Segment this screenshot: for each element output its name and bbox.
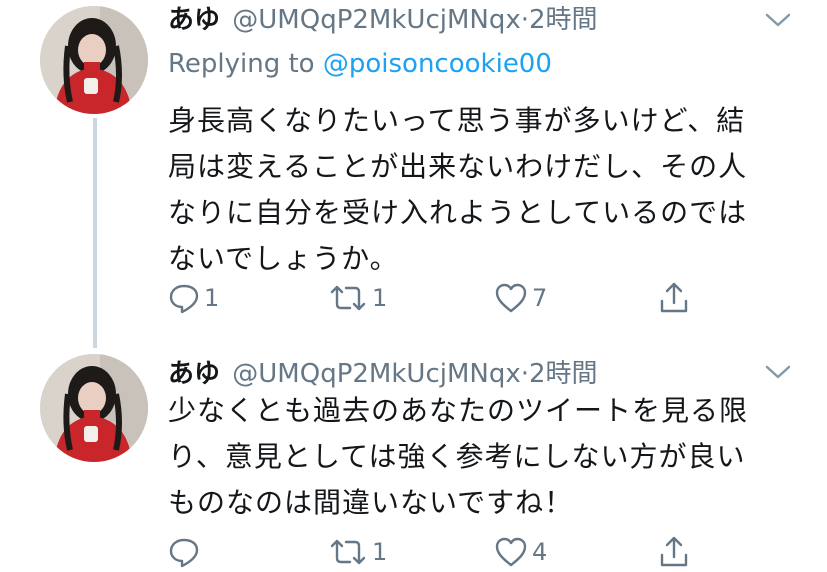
- tweet-header: あゆ @UMQqP2MkUcjMNqx·2時間: [168, 2, 598, 38]
- reply-icon: [169, 284, 199, 314]
- tweet-text: 身長高くなりたいって思う事が多いけど、結 局は変えることが出来ないわけだし、その…: [168, 98, 778, 282]
- reply-button[interactable]: [168, 532, 204, 572]
- tweet-text-line: なりに自分を受け入れようとしているのでは: [168, 196, 748, 229]
- timestamp[interactable]: 2時間: [529, 359, 598, 389]
- tweet-text-line: 身長高くなりたいって思う事が多いけど、結: [168, 104, 746, 137]
- like-count: 7: [532, 284, 548, 312]
- thread-line: [93, 118, 97, 348]
- timestamp[interactable]: 2時間: [529, 5, 598, 35]
- action-bar: 1 1 7: [168, 278, 708, 318]
- retweet-icon: [330, 285, 366, 311]
- like-button[interactable]: 4: [494, 532, 547, 572]
- reply-button[interactable]: 1: [168, 278, 219, 318]
- action-bar: 1 4: [168, 532, 708, 572]
- tweet-2[interactable]: あゆ @UMQqP2MkUcjMNqx·2時間 少なくとも過去のあなたのツイート…: [0, 340, 827, 568]
- avatar[interactable]: [40, 6, 148, 114]
- share-button[interactable]: [658, 278, 690, 318]
- reply-icon: [169, 538, 199, 568]
- separator: ·: [520, 5, 530, 35]
- heart-icon: [495, 283, 527, 313]
- like-button[interactable]: 7: [494, 278, 547, 318]
- share-button[interactable]: [658, 532, 690, 572]
- tweet-text-line: ものなのは間違いないですね！: [168, 486, 574, 519]
- retweet-count: 1: [372, 538, 388, 566]
- replying-to: Replying to @poisoncookie00: [168, 44, 552, 84]
- like-count: 4: [532, 538, 548, 566]
- retweet-count: 1: [372, 284, 388, 312]
- user-handle[interactable]: @UMQqP2MkUcjMNqx: [232, 359, 520, 389]
- tweet-text-line: ないでしょうか。: [168, 242, 399, 275]
- chevron-down-icon[interactable]: [765, 364, 791, 380]
- retweet-button[interactable]: 1: [328, 278, 387, 318]
- separator: ·: [520, 359, 530, 389]
- avatar[interactable]: [40, 354, 148, 462]
- tweet-text: 少なくとも過去のあなたのツイートを見る限 り、意見としては強く参考にしない方が良…: [168, 388, 778, 526]
- display-name[interactable]: あゆ: [168, 5, 220, 35]
- reply-count: 1: [204, 284, 220, 312]
- user-handle[interactable]: @UMQqP2MkUcjMNqx: [232, 5, 520, 35]
- tweet-1[interactable]: あゆ @UMQqP2MkUcjMNqx·2時間 Replying to @poi…: [0, 0, 827, 348]
- retweet-icon: [330, 539, 366, 565]
- mention-link[interactable]: @poisoncookie00: [323, 49, 552, 79]
- display-name[interactable]: あゆ: [168, 359, 220, 389]
- share-icon: [660, 536, 688, 567]
- tweet-header: あゆ @UMQqP2MkUcjMNqx·2時間: [168, 356, 598, 392]
- tweet-text-line: 少なくとも過去のあなたのツイートを見る限: [168, 394, 749, 427]
- share-icon: [660, 282, 688, 313]
- replying-label: Replying to: [168, 49, 315, 79]
- heart-icon: [495, 537, 527, 567]
- retweet-button[interactable]: 1: [328, 532, 387, 572]
- tweet-text-line: 局は変えることが出来ないわけだし、その人: [168, 150, 748, 183]
- chevron-down-icon[interactable]: [765, 12, 791, 28]
- tweet-text-line: り、意見としては強く参考にしない方が良い: [168, 440, 746, 473]
